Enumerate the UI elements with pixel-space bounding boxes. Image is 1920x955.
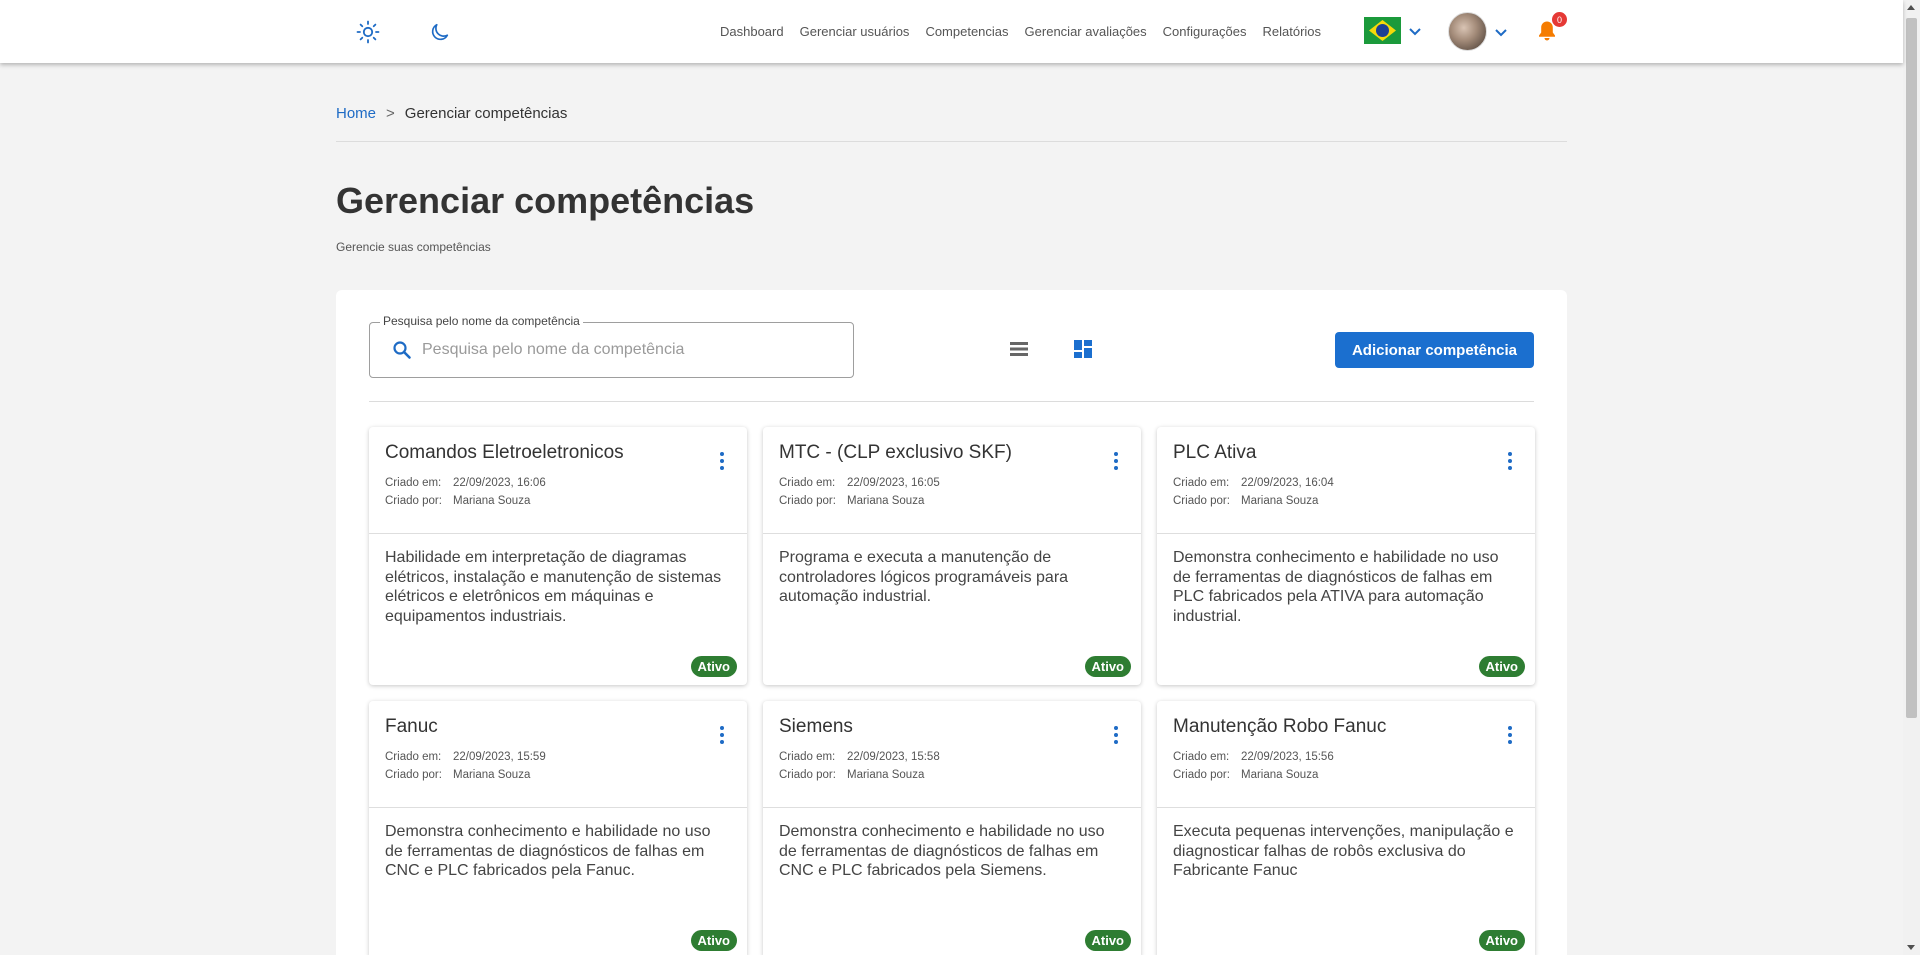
created-by-label: Criado por: <box>1173 769 1230 781</box>
status-badge: Ativo <box>1478 656 1525 677</box>
card-title: Fanuc <box>385 716 438 737</box>
created-at-value: 22/09/2023, 15:59 <box>453 751 546 763</box>
more-options-icon[interactable] <box>1107 723 1125 747</box>
competency-card[interactable]: Siemens Criado em: 22/09/2023, 15:58 Cria… <box>763 701 1141 955</box>
light-mode-sun-icon[interactable] <box>355 19 381 45</box>
breadcrumb-home-link[interactable]: Home <box>336 105 376 122</box>
competency-card[interactable]: PLC Ativa Criado em: 22/09/2023, 16:04 Cr… <box>1157 427 1535 685</box>
created-at-label: Criado em: <box>779 751 836 763</box>
competency-card[interactable]: MTC - (CLP exclusivo SKF) Criado em: 22/0… <box>763 427 1141 685</box>
status-badge: Ativo <box>1478 930 1525 951</box>
nav-relatorios[interactable]: Relatórios <box>1263 24 1322 39</box>
card-description: Demonstra conhecimento e habilidade no u… <box>385 823 711 879</box>
created-by-value: Mariana Souza <box>453 769 531 781</box>
divider <box>336 141 1567 142</box>
page-scrollbar[interactable] <box>1903 0 1920 955</box>
search-field[interactable]: Pesquisa pelo nome da competência <box>369 314 854 378</box>
page-subtitle: Gerencie suas competências <box>336 240 491 254</box>
search-input[interactable] <box>422 335 832 365</box>
created-by-value: Mariana Souza <box>847 495 925 507</box>
created-by-value: Mariana Souza <box>847 769 925 781</box>
card-title: PLC Ativa <box>1173 442 1257 463</box>
more-options-icon[interactable] <box>713 449 731 473</box>
created-by-label: Criado por: <box>385 769 442 781</box>
created-by-label: Criado por: <box>385 495 442 507</box>
grid-view-icon[interactable] <box>1073 339 1093 364</box>
created-by-label: Criado por: <box>779 495 836 507</box>
nav-dashboard[interactable]: Dashboard <box>720 24 784 39</box>
status-badge: Ativo <box>690 656 737 677</box>
created-at-value: 22/09/2023, 15:58 <box>847 751 940 763</box>
list-view-icon[interactable] <box>1009 339 1029 364</box>
card-title: Manutenção Robo Fanuc <box>1173 716 1387 737</box>
created-at-label: Criado em: <box>385 477 442 489</box>
card-meta: Criado em: 22/09/2023, 16:04 Criado por: M… <box>1173 474 1519 510</box>
competency-card[interactable]: Manutenção Robo Fanuc Criado em: 22/09/20… <box>1157 701 1535 955</box>
created-by-label: Criado por: <box>779 769 836 781</box>
card-meta: Criado em: 22/09/2023, 15:56 Criado por: M… <box>1173 748 1519 784</box>
notification-count-badge: 0 <box>1552 12 1567 27</box>
competency-card-grid: Comandos Eletroeletronicos Criado em: 22/… <box>369 427 1535 955</box>
created-at-value: 22/09/2023, 15:56 <box>1241 751 1334 763</box>
search-icon <box>392 340 412 365</box>
top-navbar: Dashboard Gerenciar usuários Competencia… <box>0 0 1903 63</box>
brazil-flag-icon <box>1364 17 1401 44</box>
status-badge: Ativo <box>690 930 737 951</box>
competencies-panel: Pesquisa pelo nome da competência Adicio… <box>336 290 1567 955</box>
competency-card[interactable]: Fanuc Criado em: 22/09/2023, 15:59 Criado… <box>369 701 747 955</box>
page-title: Gerenciar competências <box>336 180 755 221</box>
scroll-down-arrow-icon[interactable] <box>1907 945 1915 950</box>
card-title: Comandos Eletroeletronicos <box>385 442 624 463</box>
scroll-up-arrow-icon[interactable] <box>1907 5 1915 10</box>
card-title: MTC - (CLP exclusivo SKF) <box>779 442 1012 463</box>
more-options-icon[interactable] <box>1501 723 1519 747</box>
breadcrumb-separator: > <box>386 105 395 122</box>
scrollbar-thumb[interactable] <box>1906 18 1917 718</box>
language-selector[interactable] <box>1364 17 1423 44</box>
created-at-label: Criado em: <box>1173 477 1230 489</box>
created-at-value: 22/09/2023, 16:06 <box>453 477 546 489</box>
add-competency-button[interactable]: Adicionar competência <box>1335 332 1534 368</box>
main-nav: Dashboard Gerenciar usuários Competencia… <box>720 0 1321 63</box>
more-options-icon[interactable] <box>713 723 731 747</box>
card-meta: Criado em: 22/09/2023, 16:06 Criado por: M… <box>385 474 731 510</box>
avatar <box>1448 12 1487 51</box>
created-at-value: 22/09/2023, 16:05 <box>847 477 940 489</box>
card-description: Demonstra conhecimento e habilidade no u… <box>1173 549 1499 625</box>
created-by-value: Mariana Souza <box>1241 769 1319 781</box>
created-by-value: Mariana Souza <box>453 495 531 507</box>
card-meta: Criado em: 22/09/2023, 16:05 Criado por: M… <box>779 474 1125 510</box>
breadcrumb: Home > Gerenciar competências <box>336 105 567 122</box>
created-at-label: Criado em: <box>385 751 442 763</box>
card-meta: Criado em: 22/09/2023, 15:58 Criado por: M… <box>779 748 1125 784</box>
dark-mode-moon-icon[interactable] <box>427 19 453 45</box>
status-badge: Ativo <box>1084 656 1131 677</box>
nav-gerenciar-avaliacoes[interactable]: Gerenciar avaliações <box>1025 24 1147 39</box>
user-menu[interactable] <box>1448 12 1509 51</box>
more-options-icon[interactable] <box>1107 449 1125 473</box>
search-field-label: Pesquisa pelo nome da competência <box>380 314 583 328</box>
status-badge: Ativo <box>1084 930 1131 951</box>
chevron-down-icon <box>1495 28 1507 36</box>
created-at-label: Criado em: <box>1173 751 1230 763</box>
chevron-down-icon <box>1409 27 1421 35</box>
card-title: Siemens <box>779 716 853 737</box>
card-description: Habilidade em interpretação de diagramas… <box>385 549 722 625</box>
created-at-value: 22/09/2023, 16:04 <box>1241 477 1334 489</box>
more-options-icon[interactable] <box>1501 449 1519 473</box>
card-description: Executa pequenas intervenções, manipulaç… <box>1173 823 1514 879</box>
divider <box>369 401 1534 402</box>
competency-card[interactable]: Comandos Eletroeletronicos Criado em: 22/… <box>369 427 747 685</box>
created-by-label: Criado por: <box>1173 495 1230 507</box>
card-description: Programa e executa a manutenção de contr… <box>779 549 1069 605</box>
nav-gerenciar-usuarios[interactable]: Gerenciar usuários <box>800 24 910 39</box>
nav-configuracoes[interactable]: Configurações <box>1163 24 1247 39</box>
breadcrumb-current: Gerenciar competências <box>404 105 568 122</box>
nav-competencias[interactable]: Competencias <box>925 24 1008 39</box>
card-meta: Criado em: 22/09/2023, 15:59 Criado por: M… <box>385 748 731 784</box>
created-by-value: Mariana Souza <box>1241 495 1319 507</box>
created-at-label: Criado em: <box>779 477 836 489</box>
card-description: Demonstra conhecimento e habilidade no u… <box>779 823 1105 879</box>
